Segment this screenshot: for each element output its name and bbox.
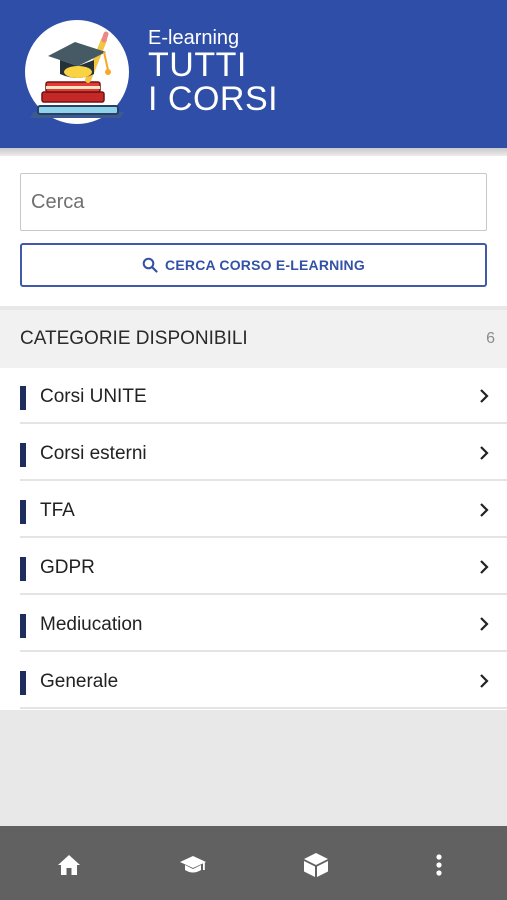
categories-title: CATEGORIE DISPONIBILI [20,328,248,349]
category-label: Corsi UNITE [40,386,147,407]
chevron-right-icon [480,389,489,403]
divider [20,536,507,538]
search-input[interactable] [20,173,487,231]
cube-icon [304,853,328,877]
search-icon [142,257,158,273]
category-list: Corsi UNITE Corsi esterni TFA GDPR Mediu… [0,368,507,710]
nav-courses-button[interactable] [178,850,208,880]
nav-packages-button[interactable] [301,850,331,880]
category-item-generale[interactable]: Generale [0,653,507,709]
divider [20,593,507,595]
categories-count: 6 [486,330,495,347]
category-item-tfa[interactable]: TFA [0,482,507,538]
category-label: Mediucation [40,614,143,635]
elearning-logo [25,20,129,124]
divider [20,479,507,481]
categories-header: CATEGORIE DISPONIBILI 6 [0,310,507,368]
category-label: Corsi esterni [40,443,147,464]
category-item-corsi-esterni[interactable]: Corsi esterni [0,425,507,481]
search-course-button-label: CERCA CORSO E-LEARNING [165,257,365,273]
more-vert-icon [436,854,442,876]
nav-home-button[interactable] [54,850,84,880]
category-marker [20,614,26,638]
category-marker [20,500,26,524]
search-course-button[interactable]: CERCA CORSO E-LEARNING [20,243,487,287]
header-title-line2: I CORSI [148,80,279,118]
category-label: GDPR [40,557,95,578]
header-shadow [0,148,507,156]
graduation-cap-icon [180,856,206,873]
category-item-corsi-unite[interactable]: Corsi UNITE [0,368,507,424]
chevron-right-icon [480,617,489,631]
category-marker [20,386,26,410]
category-item-mediucation[interactable]: Mediucation [0,596,507,652]
chevron-right-icon [480,560,489,574]
category-marker [20,557,26,581]
header-title-line1: TUTTI [148,46,247,84]
category-item-gdpr[interactable]: GDPR [0,539,507,595]
divider [20,650,507,652]
nav-more-button[interactable] [424,850,454,880]
category-label: Generale [40,671,119,692]
chevron-right-icon [480,446,489,460]
app-header: E-learning TUTTI I CORSI [0,0,507,148]
home-icon [58,855,80,875]
divider [20,422,507,424]
chevron-right-icon [480,503,489,517]
category-marker [20,443,26,467]
chevron-right-icon [480,674,489,688]
bottom-navigation [0,826,507,900]
divider [20,707,507,709]
category-label: TFA [40,500,75,521]
search-panel: CERCA CORSO E-LEARNING [0,156,507,306]
category-marker [20,671,26,695]
